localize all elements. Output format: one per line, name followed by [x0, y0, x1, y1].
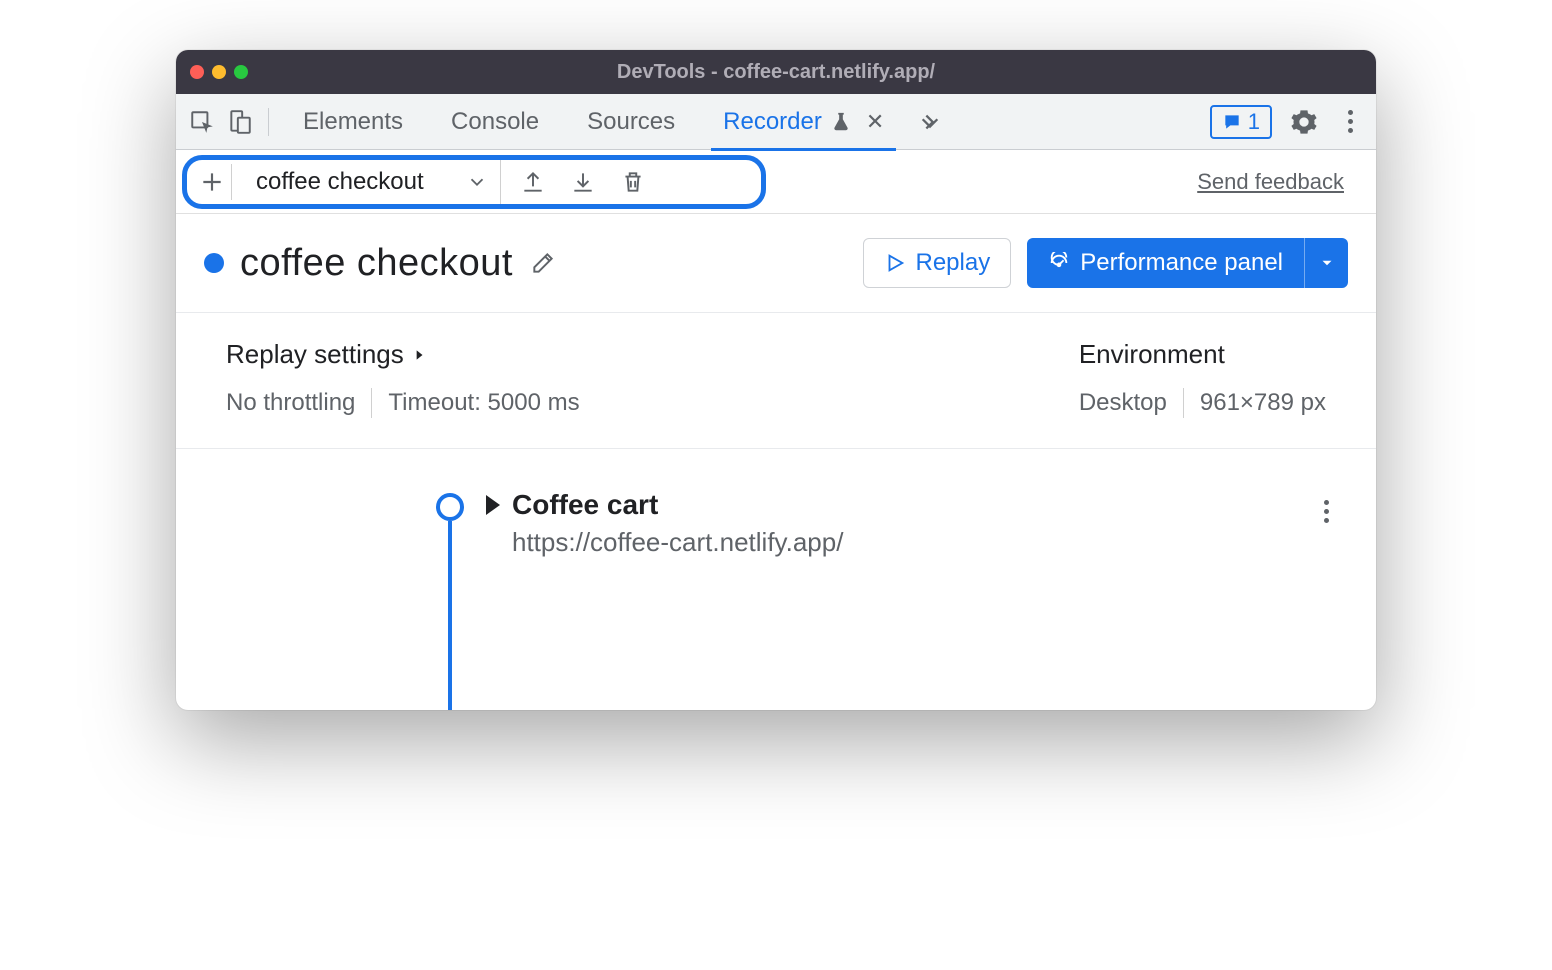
device-value: Desktop — [1079, 389, 1167, 417]
recorder-toolbar: coffee checkout Send feedback — [176, 150, 1376, 214]
replay-settings-heading[interactable]: Replay settings — [226, 339, 580, 370]
devtools-window: DevTools - coffee-cart.netlify.app/ Elem… — [176, 50, 1376, 710]
step-url: https://coffee-cart.netlify.app/ — [512, 527, 1326, 558]
tab-recorder[interactable]: Recorder ✕ — [701, 94, 906, 150]
delete-button[interactable] — [619, 168, 647, 196]
step-item[interactable]: Coffee cart https://coffee-cart.netlify.… — [486, 489, 1326, 558]
settings-row: Replay settings No throttling Timeout: 5… — [176, 313, 1376, 449]
close-window-button[interactable] — [190, 65, 204, 79]
play-icon — [884, 252, 906, 274]
recording-selector[interactable]: coffee checkout — [240, 160, 501, 204]
send-feedback-link[interactable]: Send feedback — [1197, 169, 1344, 195]
new-recording-button[interactable] — [192, 164, 232, 200]
inspect-element-icon[interactable] — [188, 108, 216, 136]
edit-title-button[interactable] — [529, 249, 557, 277]
recording-title: coffee checkout — [240, 242, 513, 285]
recording-status-dot — [204, 253, 224, 273]
more-tabs-icon[interactable] — [916, 108, 944, 136]
minimize-window-button[interactable] — [212, 65, 226, 79]
tab-elements[interactable]: Elements — [281, 94, 425, 150]
issues-button[interactable]: 1 — [1210, 105, 1272, 139]
replay-label: Replay — [916, 249, 991, 277]
divider — [371, 388, 372, 418]
gauge-icon — [1048, 252, 1070, 274]
settings-gear-icon[interactable] — [1290, 108, 1318, 136]
tab-sources[interactable]: Sources — [565, 94, 697, 150]
environment-heading: Environment — [1079, 339, 1326, 370]
caret-down-icon — [1318, 254, 1336, 272]
step-connector — [448, 521, 452, 710]
steps-timeline: Coffee cart https://coffee-cart.netlify.… — [176, 449, 1376, 558]
environment-section: Environment Desktop 961×789 px — [1079, 339, 1326, 418]
divider — [1183, 388, 1184, 418]
tab-recorder-label: Recorder — [723, 108, 822, 136]
tab-console[interactable]: Console — [429, 94, 561, 150]
recording-header: coffee checkout Replay Performance panel — [176, 214, 1376, 313]
flask-icon — [830, 111, 852, 133]
viewport-value: 961×789 px — [1200, 389, 1326, 417]
step-title: Coffee cart — [512, 489, 658, 521]
chevron-right-icon — [412, 348, 426, 362]
replay-settings-section: Replay settings No throttling Timeout: 5… — [226, 339, 580, 418]
chevron-down-icon — [466, 171, 488, 193]
maximize-window-button[interactable] — [234, 65, 248, 79]
timeout-value: Timeout: 5000 ms — [388, 389, 579, 417]
step-node-icon — [436, 493, 464, 521]
window-title: DevTools - coffee-cart.netlify.app/ — [176, 61, 1376, 84]
export-button[interactable] — [519, 168, 547, 196]
recording-selector-value: coffee checkout — [256, 168, 424, 196]
replay-button[interactable]: Replay — [863, 238, 1012, 288]
performance-panel-label: Performance panel — [1080, 249, 1283, 277]
chat-icon — [1222, 112, 1242, 132]
step-more-menu[interactable] — [1312, 497, 1340, 525]
titlebar: DevTools - coffee-cart.netlify.app/ — [176, 50, 1376, 94]
performance-panel-button[interactable]: Performance panel — [1027, 238, 1304, 288]
import-button[interactable] — [569, 168, 597, 196]
close-tab-icon[interactable]: ✕ — [866, 109, 884, 135]
performance-panel-button-group: Performance panel — [1027, 238, 1348, 288]
expand-step-icon[interactable] — [486, 495, 500, 515]
traffic-lights — [190, 65, 248, 79]
throttling-value: No throttling — [226, 389, 355, 417]
device-toolbar-icon[interactable] — [226, 108, 254, 136]
issues-count: 1 — [1248, 109, 1260, 135]
more-menu-icon[interactable] — [1336, 108, 1364, 136]
performance-panel-dropdown[interactable] — [1304, 238, 1348, 288]
devtools-tabbar: Elements Console Sources Recorder ✕ 1 — [176, 94, 1376, 150]
